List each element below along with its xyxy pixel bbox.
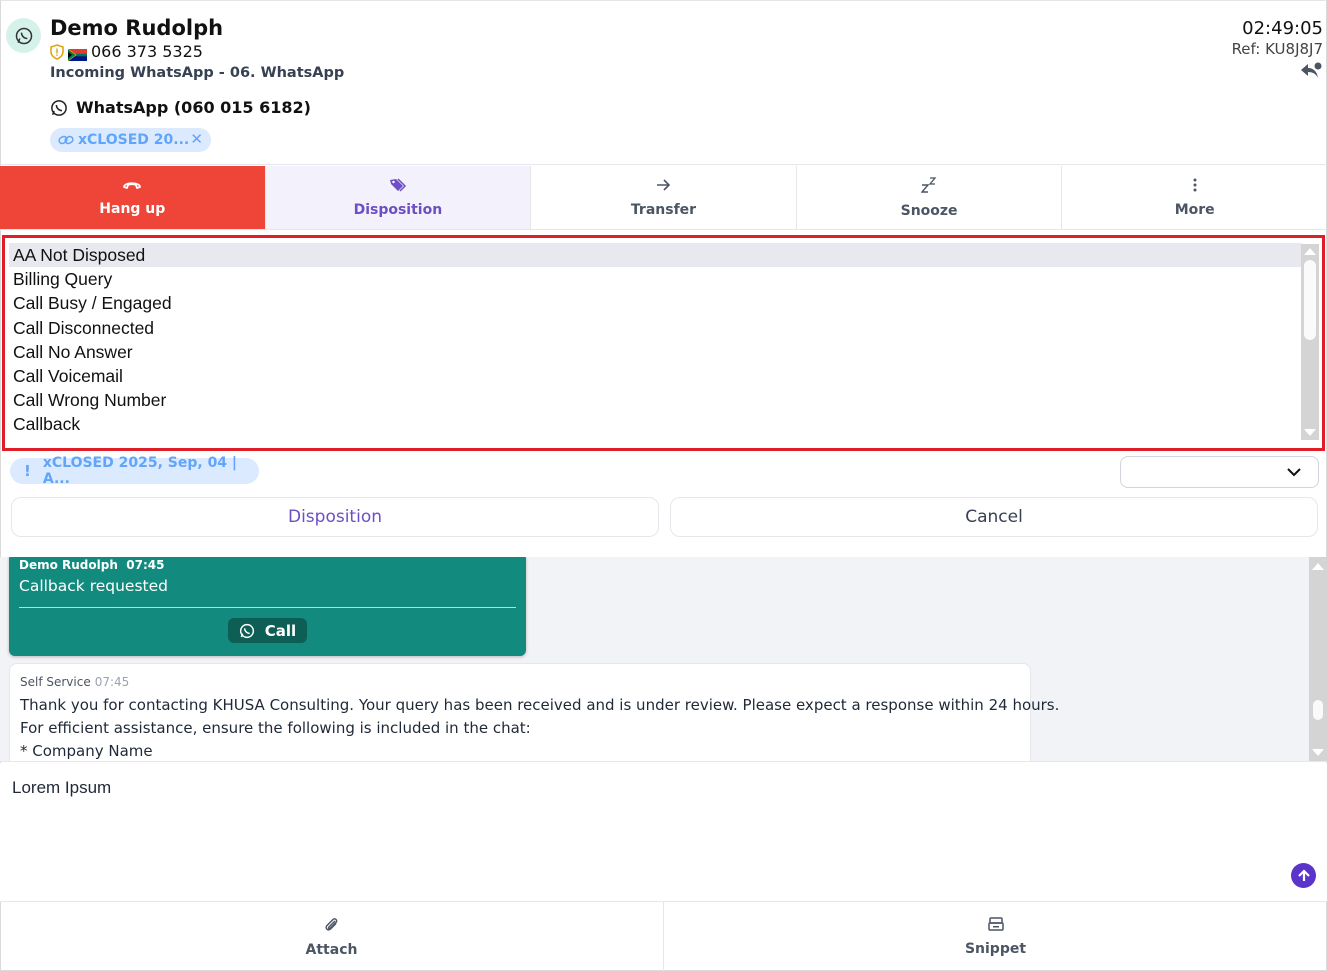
self-service-message-bubble: Self Service 07:45 Thank you for contacti… [9, 663, 1059, 761]
channel-label: WhatsApp (060 015 6182) [76, 98, 311, 117]
snooze-button[interactable]: Snooze [797, 166, 1063, 229]
disposition-option[interactable]: Callback [9, 412, 1302, 436]
whatsapp-icon [51, 99, 67, 116]
hang-up-label: Hang up [99, 200, 166, 217]
attach-label: Attach [305, 941, 358, 958]
message-meta: Self Service 07:45 [20, 675, 129, 689]
tag-text: xCLOSED 20... [78, 132, 190, 148]
scroll-down-arrow-icon[interactable] [1304, 429, 1316, 436]
listbox-scrollbar[interactable] [1301, 244, 1319, 440]
chevron-down-icon [1287, 468, 1301, 477]
disposition-option[interactable]: Call Disconnected [9, 316, 1302, 340]
disposition-listbox[interactable]: AA Not Disposed Billing Query Call Busy … [9, 243, 1302, 441]
hang-up-button[interactable]: Hang up [0, 166, 266, 229]
call-button[interactable]: Call [228, 618, 307, 643]
phone-hangup-icon [123, 181, 142, 189]
za-flag-icon [67, 46, 87, 61]
message-line: For efficient assistance, ensure the fol… [20, 719, 531, 737]
call-toolbar: Hang up Disposition Transfer Snooze More [0, 166, 1327, 230]
snooze-icon [921, 176, 937, 193]
transfer-button[interactable]: Transfer [531, 166, 797, 229]
contact-name: Demo Rudolph [50, 16, 224, 40]
disposition-option[interactable]: Billing Query [9, 267, 1302, 291]
snippet-button[interactable]: Snippet [664, 902, 1327, 971]
transfer-label: Transfer [630, 201, 697, 218]
attach-button[interactable]: Attach [0, 902, 664, 971]
disposition-chip-text: xCLOSED 2025, Sep, 04 | A... [42, 455, 238, 487]
snippet-icon [987, 916, 1004, 931]
snooze-label: Snooze [900, 202, 958, 219]
more-label: More [1174, 201, 1215, 218]
disposition-button[interactable]: Disposition [11, 497, 659, 537]
shield-icon [50, 43, 64, 60]
disposition-option[interactable]: Call Wrong Number [9, 388, 1302, 412]
disposition-tab-label: Disposition [353, 201, 443, 218]
divider [19, 607, 516, 608]
linked-tag-chip[interactable]: xCLOSED 20... ✕ [50, 128, 211, 152]
send-button[interactable] [1291, 863, 1316, 888]
scroll-up-arrow-icon[interactable] [1312, 563, 1324, 570]
phone-number: 066 373 5325 [91, 42, 203, 61]
message-text: Callback requested [19, 577, 168, 595]
scroll-down-arrow-icon[interactable] [1312, 749, 1324, 756]
reply-icon[interactable] [1299, 62, 1323, 84]
scrollbar-thumb[interactable] [1313, 700, 1323, 720]
message-line: * Company Name [20, 742, 153, 760]
disposition-listbox-highlight: AA Not Disposed Billing Query Call Busy … [2, 235, 1325, 451]
paperclip-icon [324, 917, 337, 931]
cancel-button[interactable]: Cancel [670, 497, 1318, 537]
chat-scrollbar[interactable] [1309, 557, 1327, 761]
disposition-option[interactable]: Call Busy / Engaged [9, 291, 1302, 315]
scrollbar-thumb[interactable] [1304, 260, 1316, 340]
composer-footer: Attach Snippet [0, 901, 1327, 971]
message-composer[interactable]: Lorem Ipsum [0, 763, 1327, 901]
message-time: 07:45 [94, 675, 130, 689]
tags-icon [389, 177, 406, 192]
composer-text[interactable]: Lorem Ipsum [12, 778, 111, 798]
reference-id: Ref: KU8J8J7 [1231, 40, 1323, 58]
more-vertical-icon [1193, 178, 1197, 191]
message-sender: Self Service [20, 675, 91, 689]
whatsapp-avatar-icon [6, 18, 41, 53]
channel-row: WhatsApp (060 015 6182) [50, 98, 311, 117]
disposition-select[interactable] [1120, 456, 1319, 488]
callback-message-bubble: Demo Rudolph 07:45 Callback requested Ca… [9, 557, 526, 656]
whatsapp-icon [239, 623, 254, 638]
scroll-up-arrow-icon[interactable] [1304, 248, 1316, 255]
message-line: Thank you for contacting KHUSA Consultin… [20, 696, 1060, 714]
disposition-option[interactable]: AA Not Disposed [9, 243, 1302, 268]
arrow-right-icon [657, 178, 671, 191]
link-icon [58, 135, 74, 145]
disposition-option[interactable]: Call No Answer [9, 340, 1302, 364]
snippet-label: Snippet [964, 940, 1027, 957]
message-sender: Demo Rudolph [19, 558, 118, 572]
incoming-label: Incoming WhatsApp - 06. WhatsApp [50, 65, 345, 81]
message-meta: Demo Rudolph 07:45 [19, 558, 164, 572]
call-timer: 02:49:05 [1242, 18, 1323, 39]
call-button-label: Call [264, 621, 297, 640]
message-time: 07:45 [126, 558, 165, 572]
arrow-up-icon [1297, 868, 1310, 881]
alert-icon: ! [24, 462, 31, 480]
disposition-option[interactable]: Call Voicemail [9, 364, 1302, 388]
disposition-context-chip: ! xCLOSED 2025, Sep, 04 | A... [10, 455, 259, 487]
disposition-tab-button[interactable]: Disposition [265, 166, 532, 229]
phone-row: 066 373 5325 [50, 42, 203, 61]
close-icon[interactable]: ✕ [190, 130, 203, 148]
conversation-header: Demo Rudolph 066 373 5325 Incoming Whats… [0, 0, 1327, 165]
more-button[interactable]: More [1062, 166, 1327, 229]
chat-history[interactable]: Demo Rudolph 07:45 Callback requested Ca… [0, 557, 1327, 762]
